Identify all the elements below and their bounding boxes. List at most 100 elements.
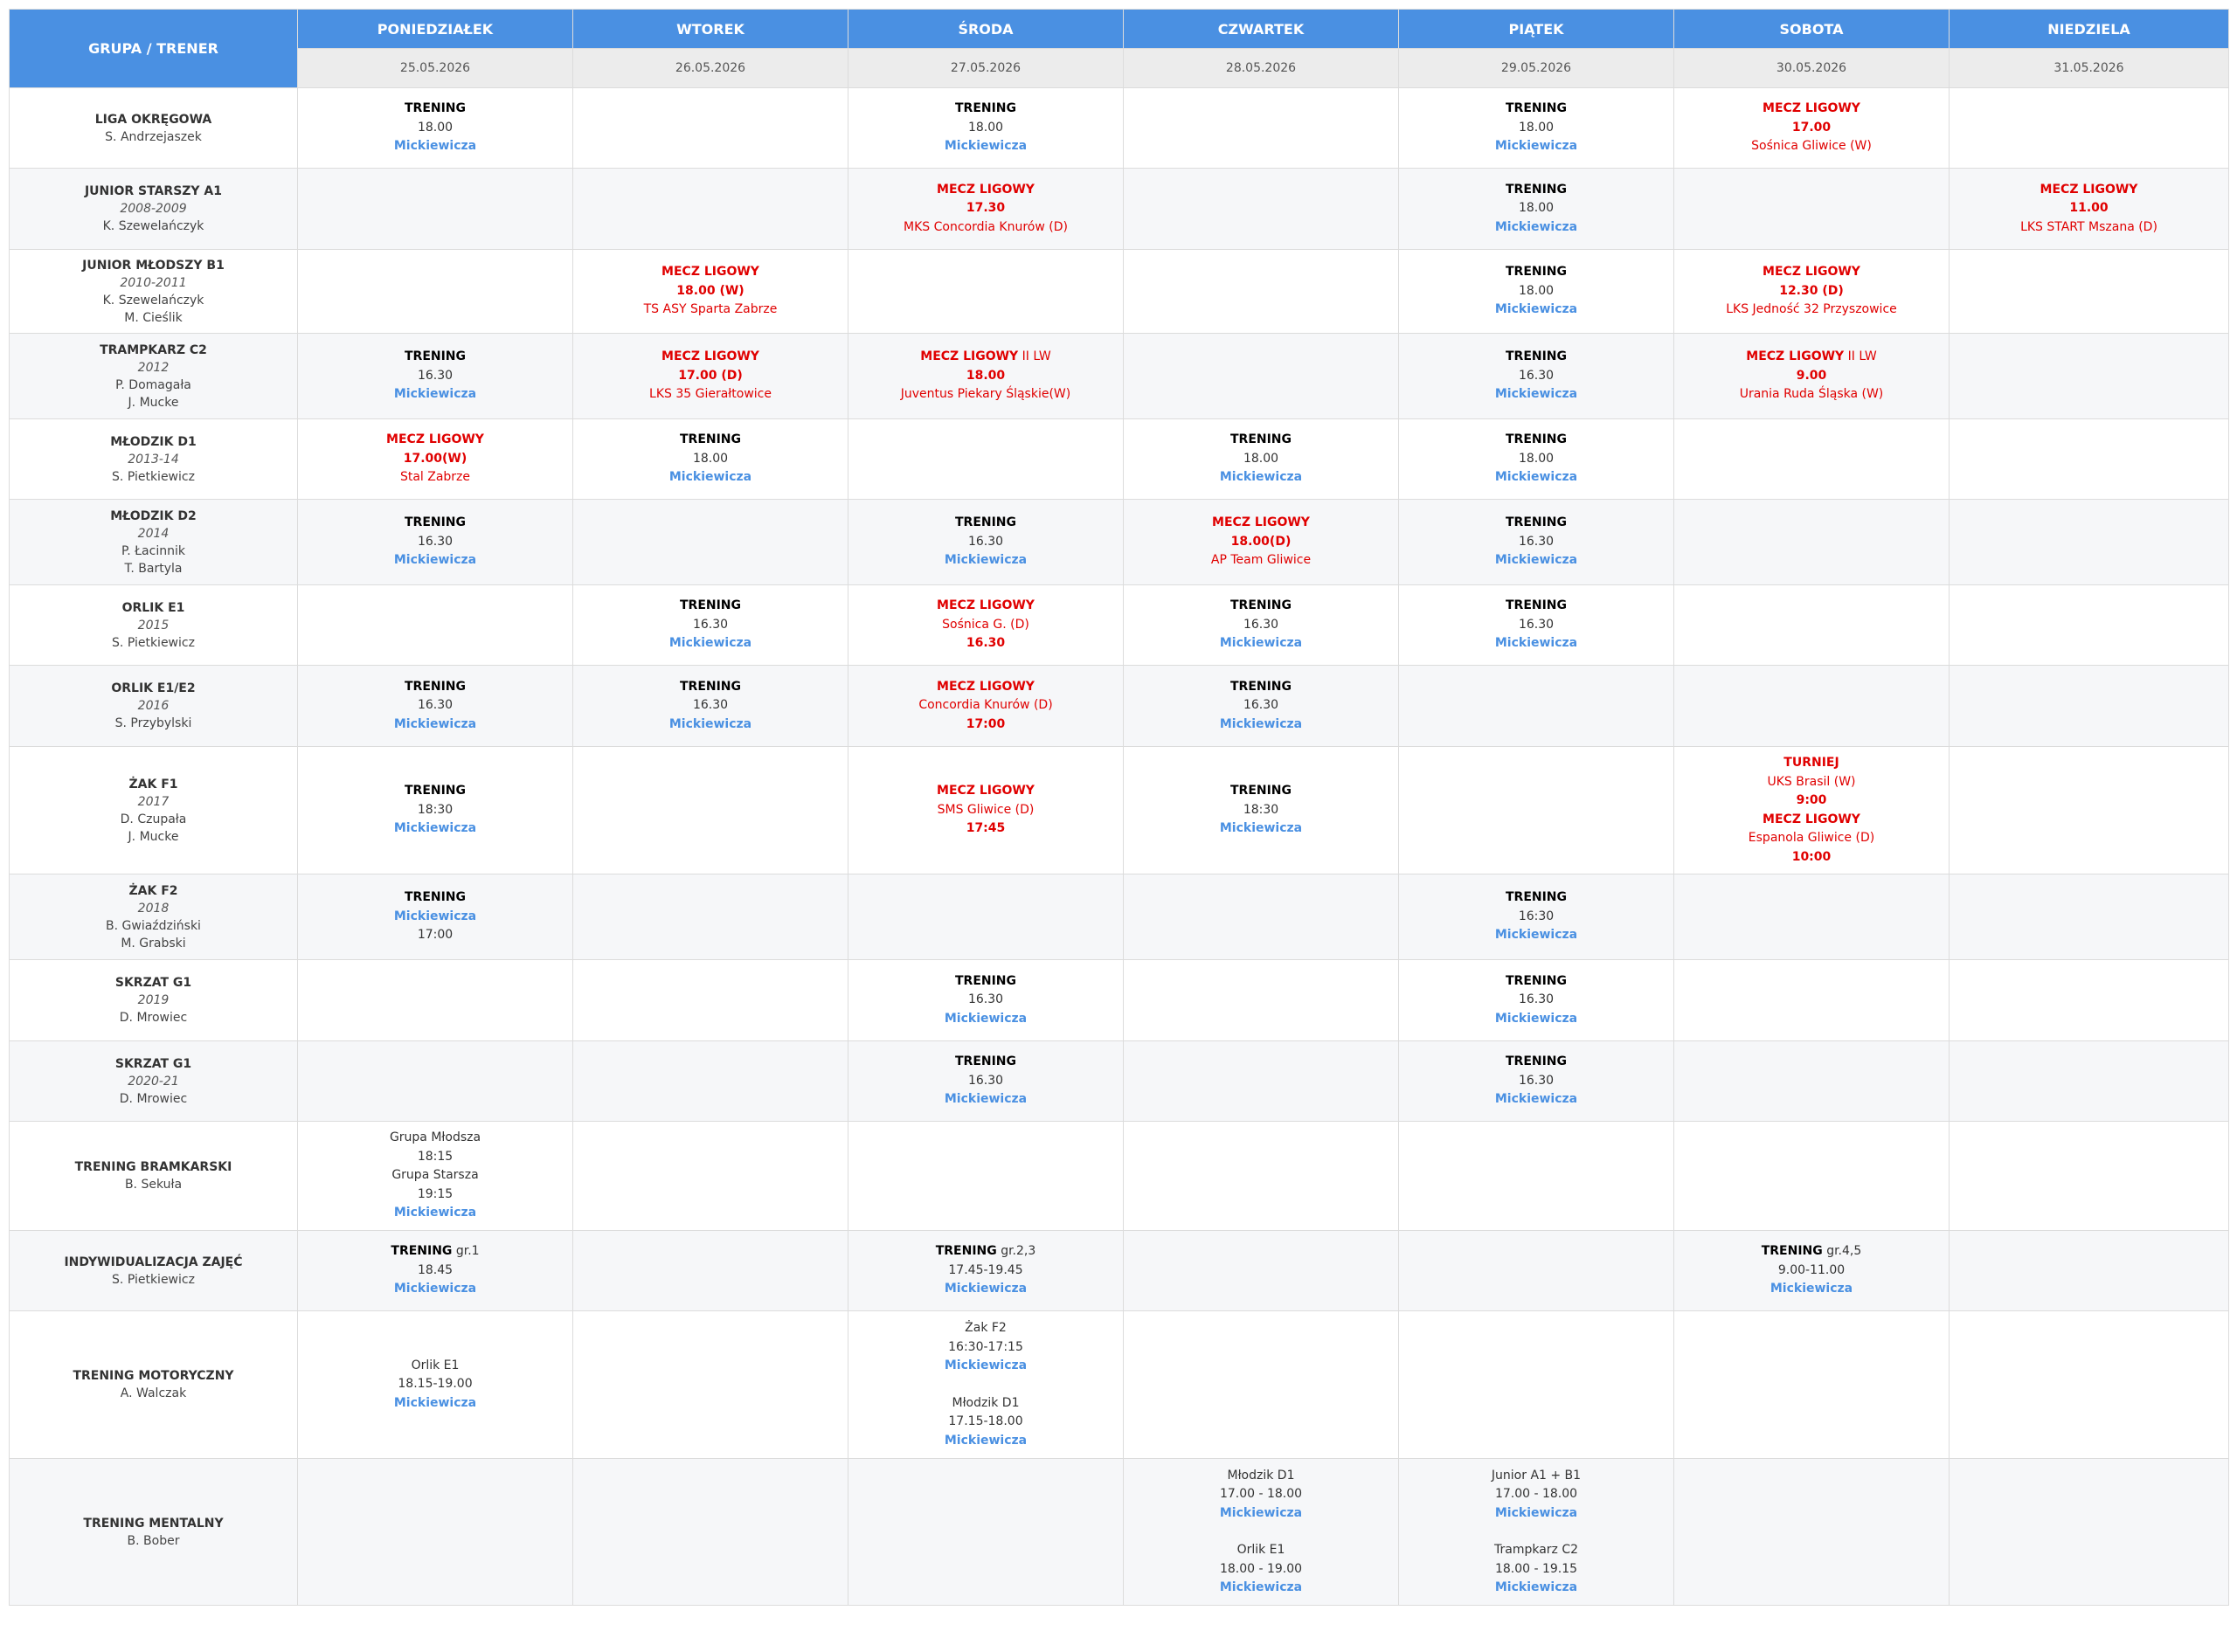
day-cell (297, 584, 573, 666)
day-cell (297, 249, 573, 334)
group-cell: SKRZAT G1 2020-21 D. Mrowiec (9, 1040, 298, 1122)
entry-text: Młodzik D1 (1227, 1468, 1295, 1483)
day-cell (572, 1458, 848, 1606)
group-name: TRENING BRAMKARSKI (74, 1160, 232, 1174)
group-name: TRENING MOTORYCZNY (73, 1369, 234, 1383)
trainer-name: B. Bober (127, 1533, 180, 1548)
location-link: Mickiewicza (668, 716, 752, 731)
day-cell: TRENING 18.00 Mickiewicza (1398, 418, 1674, 500)
schedule-row: TRENING MENTALNY B. Bober Młodzik D1 17.00 … (9, 1458, 2229, 1606)
group-cell: TRENING BRAMKARSKI B. Sekuła (9, 1121, 298, 1231)
entry-text: 16.30 (417, 698, 454, 713)
entry-text: 18:15 (417, 1149, 454, 1164)
match-time: 18.00 (W) (676, 283, 745, 298)
entry-text: Orlik E1 (1236, 1543, 1285, 1557)
day-cell: MECZ LIGOWY 12.30 (D) LKS Jedność 32 Przys… (1673, 249, 1950, 334)
group-name: ŻAK F2 (128, 883, 178, 898)
location-link: Mickiewicza (393, 387, 477, 402)
day-cell: MECZ LIGOWY 17.00 (D) LKS 35 Gierałtowice (572, 333, 848, 419)
match-opponent: Urania Ruda Śląska (W) (1739, 387, 1884, 402)
schedule-row: ŻAK F1 2017 D. Czupała J. Mucke TRENING 18:30… (9, 746, 2229, 874)
day-cell (1123, 249, 1399, 334)
training-label: TRENING (404, 784, 467, 798)
trainer-name: T. Bartyla (124, 561, 183, 576)
day-cell: Grupa Młodsza 18:15 Grupa Starsza 19:15 Mick… (297, 1121, 573, 1231)
trainer-name: D. Mrowiec (119, 1091, 188, 1106)
entry-text: 16.30 (692, 617, 729, 632)
group-cell: LIGA OKRĘGOWA S. Andrzejaszek (9, 87, 298, 169)
location-link: Mickiewicza (1219, 636, 1303, 651)
day-cell: TRENING 16.30 Mickiewicza (848, 499, 1124, 585)
date-header: 28.05.2026 (1123, 48, 1399, 88)
match-time: 9.00 (1796, 368, 1827, 383)
match-opponent: LKS 35 Gierałtowice (649, 387, 772, 402)
location-link: Mickiewicza (668, 636, 752, 651)
day-cell (1949, 87, 2229, 169)
entry-text: Żak F2 (965, 1321, 1007, 1335)
group-cell: JUNIOR STARSZY A1 2008-2009 K. Szewelańczy… (9, 168, 298, 250)
location-link: Mickiewicza (1494, 1011, 1578, 1026)
trainer-name: P. Domagała (115, 377, 191, 392)
day-cell (572, 1310, 848, 1459)
day-cell (1673, 499, 1950, 585)
match-time: 9:00 (1796, 793, 1827, 807)
schedule-row: ŻAK F2 2018 B. Gwiaździński M. Grabski TRENI… (9, 874, 2229, 960)
location-link: Mickiewicza (944, 1358, 1028, 1372)
training-label: TRENING (1505, 182, 1568, 197)
corner-header: GRUPA / TRENER (9, 9, 298, 88)
day-cell: TRENING 18.00 Mickiewicza (1123, 418, 1399, 500)
day-cell: MECZ LIGOWY II LW 18.00 Juventus Piekary Ś… (848, 333, 1124, 419)
location-link: Mickiewicza (393, 553, 477, 568)
day-cell (1398, 665, 1674, 747)
schedule-row: MŁODZIK D1 2013-14 S. Pietkiewicz MECZ LIGO… (9, 418, 2229, 500)
match-time: 12.30 (D) (1779, 283, 1844, 298)
day-cell (297, 1458, 573, 1606)
group-year: 2019 (137, 993, 170, 1007)
day-cell: TRENING 16.30 Mickiewicza (297, 499, 573, 585)
day-cell (297, 959, 573, 1041)
training-label: TRENING (404, 679, 467, 694)
trainer-name: S. Przybylski (114, 716, 192, 730)
location-link: Mickiewicza (1770, 1282, 1853, 1296)
entry-text: 16.30 (1243, 617, 1279, 632)
day-cell (1949, 333, 2229, 419)
group-year: 2008-2009 (120, 202, 187, 216)
entry-text: 18.45 (417, 1262, 454, 1277)
location-link: Mickiewicza (1219, 1580, 1303, 1594)
day-cell (572, 168, 848, 250)
trainer-name: D. Czupała (120, 812, 187, 826)
training-label: TRENING (391, 1244, 453, 1259)
entry-text: 17.15-18.00 (948, 1414, 1023, 1428)
group-name: LIGA OKRĘGOWA (94, 112, 212, 127)
entry-text: 18.00 (692, 451, 729, 466)
training-label: TRENING (679, 679, 742, 694)
day-cell (1673, 168, 1950, 250)
entry-text: 16.30 (692, 698, 729, 713)
day-cell (572, 959, 848, 1041)
match-label: MECZ LIGOWY (937, 598, 1035, 613)
entry-text: 16.30 (417, 534, 454, 549)
entry-text: 18.00 (967, 120, 1004, 135)
day-cell (1949, 746, 2229, 874)
day-cell (1949, 665, 2229, 747)
location-link: Mickiewicza (944, 1092, 1028, 1107)
day-cell (297, 1040, 573, 1122)
entry-text: Grupa Starsza (391, 1168, 479, 1183)
group-name: ORLIK E1/E2 (111, 681, 196, 695)
day-header: ŚRODA (848, 9, 1124, 49)
group-year: 2014 (137, 526, 170, 541)
match-opponent: AP Team Gliwice (1210, 553, 1312, 568)
location-link: Mickiewicza (1219, 716, 1303, 731)
training-entry: TRENING gr.2,3 (848, 1242, 1123, 1261)
training-label: TRENING (1229, 679, 1292, 694)
day-cell (1398, 1230, 1674, 1311)
match-time: 17:00 (966, 716, 1006, 731)
day-cell (572, 87, 848, 169)
training-label: TRENING (679, 432, 742, 447)
day-cell: TRENING 18.00 Mickiewicza (1398, 87, 1674, 169)
entry-text: 17.45-19.45 (948, 1262, 1023, 1277)
trainer-name: K. Szewelańczyk (102, 219, 204, 233)
match-opponent: Stal Zabrze (399, 470, 471, 485)
day-cell: TRENING 18.00 Mickiewicza (1398, 249, 1674, 334)
